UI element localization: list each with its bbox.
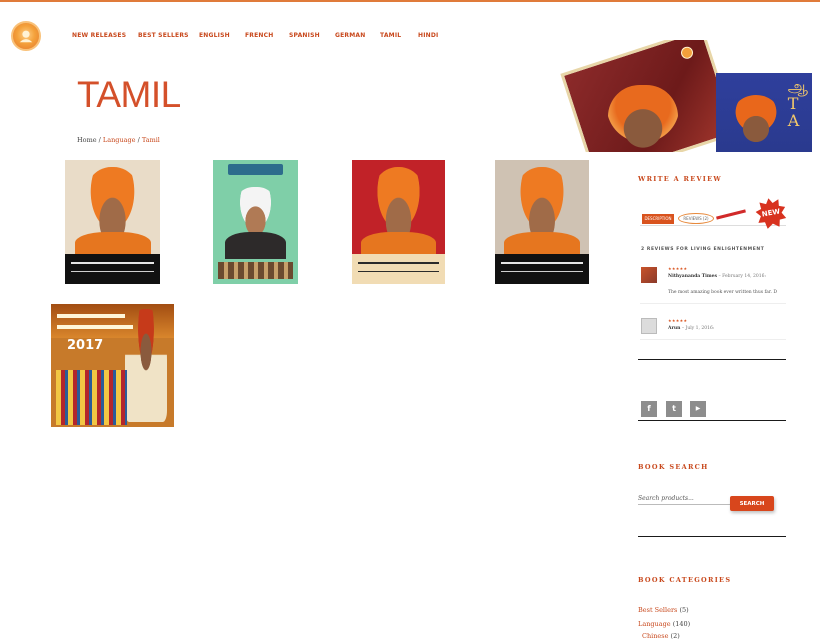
nav-french[interactable]: FRENCH	[245, 32, 273, 39]
breadcrumb-language[interactable]: Language	[103, 136, 136, 144]
youtube-icon[interactable]: ▶	[690, 401, 706, 417]
book-cover-image	[352, 160, 445, 284]
review-author: Nithyananda Times	[668, 274, 718, 279]
review-meta: Nithyananda Times – February 14, 2016:	[668, 274, 766, 279]
book-cover-image	[213, 160, 298, 284]
book-search-title: BOOK SEARCH	[638, 463, 709, 471]
page-title: TAMIL	[77, 74, 181, 115]
write-review-title: WRITE A REVIEW	[638, 175, 722, 183]
logo-icon	[19, 30, 33, 43]
cover-photo-strip	[218, 261, 293, 280]
book-cover-image	[65, 160, 160, 284]
category-item: Chinese (2)	[642, 632, 680, 640]
product-card[interactable]	[65, 160, 160, 284]
site-logo[interactable]	[11, 21, 41, 51]
calendar-portrait-shape	[124, 308, 167, 423]
tab-reviews: REVIEWS (2)	[678, 213, 714, 224]
breadcrumb: Home / Language / Tamil	[77, 136, 160, 144]
calendar-cover-image: 2017	[51, 304, 174, 427]
promo-tag-icon	[679, 45, 695, 61]
top-accent-border	[0, 0, 820, 2]
reviews-heading: 2 REVIEWS FOR LIVING ENLIGHTENMENT	[641, 247, 765, 252]
avatar	[641, 267, 657, 283]
category-count: (140)	[672, 620, 691, 628]
nav-hindi[interactable]: HINDI	[418, 32, 439, 39]
widget-divider	[638, 359, 786, 360]
category-count: (5)	[679, 606, 689, 614]
category-link-best-sellers[interactable]: Best Sellers	[638, 606, 677, 614]
review-stars: ★★★★★	[668, 266, 688, 271]
twitter-icon[interactable]: t	[666, 401, 682, 417]
category-link-chinese[interactable]: Chinese	[642, 632, 668, 640]
review-date: – February 14, 2016:	[718, 274, 766, 279]
category-count: (2)	[670, 632, 680, 640]
calendar-title-line	[57, 324, 134, 329]
book-categories-title: BOOK CATEGORIES	[638, 576, 732, 584]
promo-book-cover-image: ஆTA	[716, 73, 812, 152]
nav-german[interactable]: GERMAN	[335, 32, 365, 39]
widget-divider	[638, 420, 786, 421]
cover-robe-shape	[224, 231, 287, 260]
cover-title-lines	[70, 261, 155, 272]
review-item: ★★★★★ Nithyananda Times – February 14, 2…	[640, 262, 786, 304]
header-promo-banner[interactable]: ஆTA	[560, 40, 812, 152]
product-card[interactable]: 2017	[51, 304, 174, 427]
calendar-year: 2017	[67, 338, 104, 353]
search-button[interactable]: SEARCH	[730, 496, 774, 511]
review-text: The most amazing book ever written thus …	[668, 290, 777, 295]
breadcrumb-current: Tamil	[141, 136, 160, 144]
nav-best-sellers[interactable]: BEST SELLERS	[138, 32, 189, 39]
review-author: Arun	[668, 326, 681, 331]
arrow-icon	[716, 209, 746, 220]
avatar	[641, 318, 657, 334]
cover-title-lines	[357, 261, 440, 272]
review-date: – July 1, 2016:	[681, 326, 715, 331]
cover-masthead	[228, 163, 283, 175]
search-input[interactable]	[638, 492, 730, 505]
promo-portrait-image	[608, 85, 678, 152]
nav-tamil[interactable]: TAMIL	[380, 32, 401, 39]
product-card[interactable]	[352, 160, 445, 284]
calendar-deity-image	[55, 370, 128, 425]
cover-letters-decoration: ஆTA	[787, 77, 808, 130]
cover-title-lines	[500, 261, 584, 272]
tab-description: DESCRIPTION	[642, 214, 674, 224]
nav-spanish[interactable]: SPANISH	[289, 32, 320, 39]
nav-new-releases[interactable]: NEW RELEASES	[72, 32, 126, 39]
review-stars: ★★★★★	[668, 318, 688, 323]
book-cover-image	[495, 160, 589, 284]
review-preview-image[interactable]: DESCRIPTION REVIEWS (2) NEW 2 REVIEWS FO…	[638, 200, 788, 340]
breadcrumb-home[interactable]: Home	[77, 136, 97, 144]
product-card[interactable]	[495, 160, 589, 284]
category-item: Best Sellers (5)	[638, 606, 689, 614]
review-item: ★★★★★ Arun – July 1, 2016:	[640, 314, 786, 340]
nav-english[interactable]: ENGLISH	[199, 32, 230, 39]
category-item: Language (140)	[638, 620, 690, 628]
widget-divider	[638, 536, 786, 537]
facebook-icon[interactable]: f	[641, 401, 657, 417]
review-meta: Arun – July 1, 2016:	[668, 326, 714, 331]
cover-portrait-shape	[730, 95, 782, 145]
calendar-title-line	[57, 313, 125, 318]
category-link-language[interactable]: Language	[638, 620, 671, 628]
product-card[interactable]	[213, 160, 298, 284]
